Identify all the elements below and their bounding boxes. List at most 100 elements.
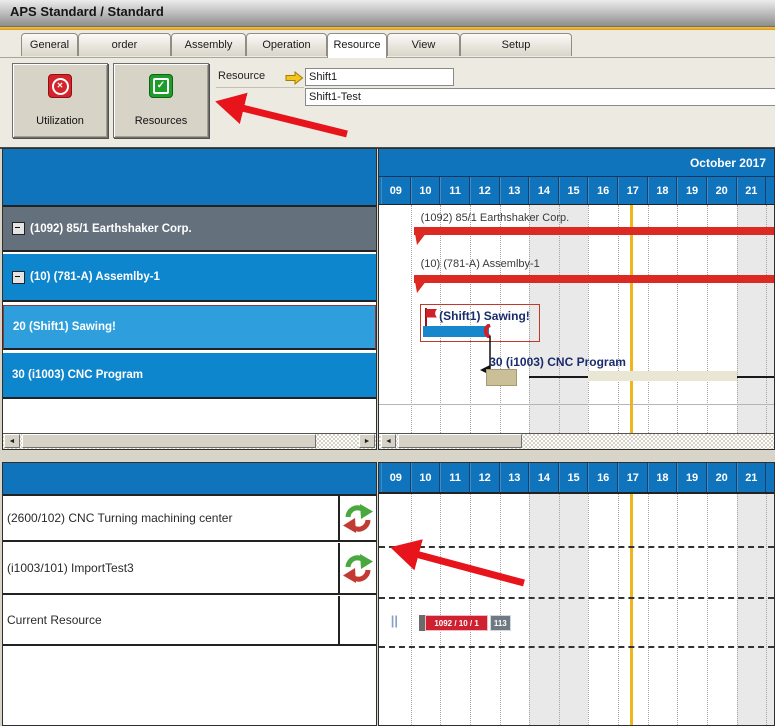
resource-row-label: (i1003/101) ImportTest3 (3, 561, 338, 575)
lead-block (419, 615, 425, 631)
yellow-arrow-icon (285, 71, 304, 85)
resource-row[interactable]: Current Resource (3, 596, 376, 646)
tab-view[interactable]: View (387, 33, 460, 56)
tab-resource[interactable]: Resource (327, 33, 387, 58)
window-title: APS Standard / Standard (10, 4, 164, 19)
swap-resource-icon[interactable] (342, 553, 374, 584)
tab-operation[interactable]: Operation (246, 33, 327, 56)
resource-gantt-chart: || 1092 / 10 / 1113 (379, 494, 774, 726)
operation-list-header (3, 149, 376, 207)
hour-cell: 14 (529, 177, 559, 204)
operation-row[interactable]: (10) (781-A) Assemlby-1 (3, 254, 376, 302)
scroll-left-icon[interactable]: ◄ (4, 434, 20, 448)
summary-bar[interactable] (414, 227, 774, 235)
program-work-bar[interactable] (588, 371, 736, 381)
gridline (618, 494, 619, 726)
sawing-label: (Shift1) Sawing! (439, 309, 530, 323)
hour-cell: 19 (677, 463, 707, 492)
resources-button[interactable]: ✓ Resources (113, 63, 209, 138)
gridline (588, 494, 589, 726)
pause-marker: || (391, 613, 398, 628)
summary-bar[interactable] (414, 275, 774, 283)
hour-cell: 10 (411, 177, 441, 204)
gridline (677, 205, 678, 435)
gridline (618, 205, 619, 435)
tab-order[interactable]: order (78, 33, 171, 56)
hour-cell: 19 (677, 177, 707, 204)
hour-cell: 09 (381, 177, 411, 204)
row-separator-dotted (379, 646, 774, 648)
operation-row-label: (10) (781-A) Assemlby-1 (30, 271, 160, 283)
gridline (707, 205, 708, 435)
summary-bar-label: (1092) 85/1 Earthshaker Corp. (421, 212, 570, 224)
now-line (630, 494, 633, 726)
cancel-icon: ✕ (48, 74, 72, 98)
resources-button-label: Resources (114, 115, 208, 127)
tab-assembly[interactable]: Assembly (171, 33, 246, 56)
resource-row-label: Current Resource (3, 613, 338, 627)
resource-row-label: (2600/102) CNC Turning machining center (3, 511, 338, 525)
resource-row[interactable]: (i1003/101) ImportTest3 (3, 543, 376, 595)
resource-list-header (3, 463, 376, 496)
current-resource-bar[interactable]: 113 (490, 615, 511, 631)
hour-cell: 21 (737, 177, 767, 204)
hour-cell: 18 (648, 177, 678, 204)
hour-cell: 11 (440, 463, 470, 492)
check-icon: ✓ (149, 74, 173, 98)
scroll-left-icon[interactable]: ◄ (381, 434, 396, 448)
hour-cell: 10 (411, 463, 441, 492)
gridline (470, 494, 471, 726)
gantt-chart: (1092) 85/1 Earthshaker Corp.(10) (781-A… (379, 205, 774, 435)
operation-row-label: 30 (i1003) CNC Program (12, 369, 143, 381)
resource-input-secondary[interactable] (305, 88, 775, 106)
gantt-hscrollbar[interactable]: ◄ (379, 433, 774, 449)
program-link-line (737, 376, 774, 378)
hour-cell: 09 (381, 463, 411, 492)
operation-row[interactable]: 30 (i1003) CNC Program (3, 353, 376, 399)
operation-row[interactable]: (1092) 85/1 Earthshaker Corp. (3, 207, 376, 252)
gridline (559, 494, 560, 726)
swap-resource-icon[interactable] (342, 503, 374, 534)
resource-input-primary[interactable] (305, 68, 454, 86)
row-separator-dotted (379, 597, 774, 599)
hour-cell: 18 (648, 463, 678, 492)
row-separator (379, 404, 774, 405)
collapse-icon[interactable] (12, 271, 25, 284)
hour-cell: 20 (707, 463, 737, 492)
tab-setup[interactable]: Setup (460, 33, 572, 56)
gridline (677, 494, 678, 726)
program-link-line (529, 376, 588, 378)
resource-list-panel: (2600/102) CNC Turning machining center (… (2, 462, 377, 726)
hour-cell: 15 (559, 463, 589, 492)
month-band: October 2017 (379, 149, 774, 177)
resource-row[interactable]: (2600/102) CNC Turning machining center (3, 496, 376, 542)
hour-header: 09101112131415161718192021 (379, 463, 774, 494)
gridline (588, 205, 589, 435)
gridline (766, 205, 767, 435)
gridline (648, 205, 649, 435)
hour-cell: 17 (618, 463, 648, 492)
bar-start-marker-icon (414, 227, 432, 247)
program-bar[interactable] (486, 369, 517, 386)
hour-cell: 13 (500, 463, 530, 492)
scroll-right-icon[interactable]: ► (359, 434, 375, 448)
hour-header: 09101112131415161718192021 (379, 177, 774, 205)
icon-cell (338, 543, 376, 593)
gridline (766, 494, 767, 726)
row-separator-dotted (379, 546, 774, 548)
scrollbar-thumb[interactable] (22, 434, 316, 448)
hour-cell: 16 (588, 177, 618, 204)
current-resource-bar[interactable]: 1092 / 10 / 1 (425, 615, 487, 631)
operation-list-panel: (1092) 85/1 Earthshaker Corp. (10) (781-A… (2, 148, 377, 450)
operation-row[interactable]: 20 (Shift1) Sawing! (3, 305, 376, 350)
gridline (411, 205, 412, 435)
utilization-button[interactable]: ✕ Utilization (12, 63, 108, 138)
collapse-icon[interactable] (12, 222, 25, 235)
operation-list-hscrollbar[interactable]: ◄ ► (3, 433, 376, 449)
gridline (411, 494, 412, 726)
tab-general[interactable]: General (21, 33, 78, 56)
gridline (648, 494, 649, 726)
bar-start-marker-icon (414, 275, 432, 295)
scrollbar-thumb[interactable] (398, 434, 522, 448)
hour-cell: 11 (440, 177, 470, 204)
